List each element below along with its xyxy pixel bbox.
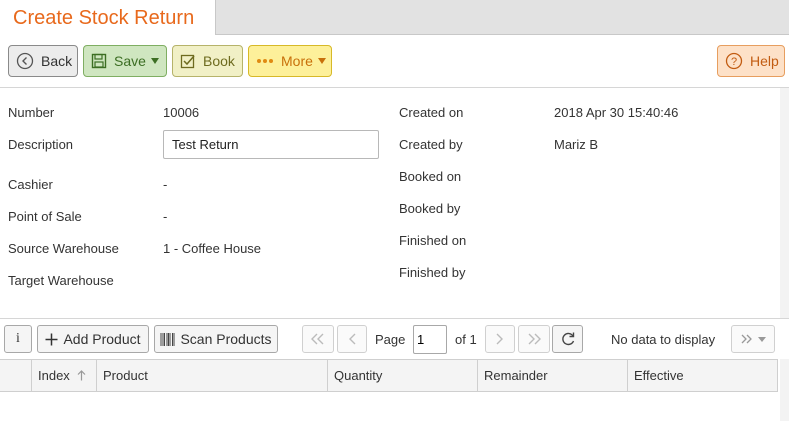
column-header-index[interactable]: Index — [32, 360, 97, 391]
description-label: Description — [8, 137, 74, 152]
column-header-label: Remainder — [484, 368, 548, 383]
double-chevron-right-icon — [741, 334, 752, 344]
column-header-label: Product — [103, 368, 148, 383]
question-circle-icon: ? — [725, 52, 743, 70]
last-page-button[interactable] — [518, 325, 550, 353]
book-label: Book — [203, 53, 235, 69]
plus-icon — [45, 333, 58, 346]
page-label: Page — [375, 332, 406, 347]
column-header-effective[interactable]: Effective — [628, 360, 778, 391]
action-toolbar: Back Save Book More ? Help — [0, 36, 789, 88]
chevron-down-icon — [757, 336, 766, 342]
next-page-button[interactable] — [485, 325, 515, 353]
target-warehouse-label: Target Warehouse — [8, 273, 114, 288]
form-scrollbar[interactable] — [780, 88, 789, 318]
created-by-label: Created by — [399, 137, 463, 152]
first-page-button[interactable] — [302, 325, 334, 353]
finished-by-label: Finished by — [399, 265, 466, 280]
help-label: Help — [750, 53, 779, 69]
page-title: Create Stock Return — [13, 7, 195, 29]
chevron-down-icon — [317, 58, 326, 64]
floppy-disk-icon — [91, 53, 107, 69]
booked-on-label: Booked on — [399, 169, 462, 184]
book-button[interactable]: Book — [172, 45, 243, 77]
scan-products-label: Scan Products — [180, 331, 272, 347]
add-product-button[interactable]: Add Product — [37, 325, 149, 353]
number-label: Number — [8, 105, 55, 120]
back-button[interactable]: Back — [8, 45, 78, 77]
booked-by-label: Booked by — [399, 201, 461, 216]
grid-scrollbar[interactable] — [780, 359, 789, 421]
point-of-sale-value: - — [163, 209, 168, 224]
page-number-input[interactable] — [413, 325, 447, 354]
chevron-down-icon — [150, 58, 159, 64]
created-by-value: Mariz B — [554, 137, 599, 152]
column-header-label: Quantity — [334, 368, 383, 383]
source-warehouse-label: Source Warehouse — [8, 241, 119, 256]
column-header-label: Effective — [634, 368, 684, 383]
tab-strip: Create Stock Return — [0, 0, 789, 35]
chevron-left-icon — [348, 333, 356, 345]
created-on-label: Created on — [399, 105, 464, 120]
chevron-right-icon — [496, 333, 504, 345]
column-header-product[interactable]: Product — [97, 360, 328, 391]
created-on-value: 2018 Apr 30 15:40:46 — [554, 105, 679, 120]
more-dots-icon — [256, 57, 274, 65]
cashier-label: Cashier — [8, 177, 53, 192]
info-button[interactable]: i — [4, 325, 32, 353]
tab-create-stock-return[interactable]: Create Stock Return — [0, 0, 216, 35]
source-warehouse-value: 1 - Coffee House — [163, 241, 262, 256]
refresh-icon — [560, 331, 576, 347]
more-button[interactable]: More — [248, 45, 332, 77]
grid-header: Index Product Quantity Remainder Effecti… — [0, 359, 778, 392]
toolbar-overflow-button[interactable] — [731, 325, 775, 353]
add-product-label: Add Product — [63, 331, 141, 347]
previous-page-button[interactable] — [337, 325, 367, 353]
scan-products-button[interactable]: Scan Products — [154, 325, 278, 353]
info-label: i — [16, 331, 20, 346]
grid-status: No data to display — [611, 332, 716, 347]
double-chevron-left-icon — [311, 333, 325, 345]
more-label: More — [281, 53, 313, 69]
grid-toolbar: i Add Product Scan Products Page of 1 — [0, 318, 789, 359]
refresh-button[interactable] — [552, 325, 583, 353]
double-chevron-right-icon — [527, 333, 541, 345]
back-circle-icon — [16, 52, 34, 70]
checkbox-icon — [180, 53, 196, 69]
column-header-select[interactable] — [0, 360, 32, 391]
column-header-remainder[interactable]: Remainder — [478, 360, 628, 391]
sort-ascending-icon — [77, 361, 86, 392]
column-header-quantity[interactable]: Quantity — [328, 360, 478, 391]
back-label: Back — [41, 53, 73, 69]
column-header-label: Index — [38, 368, 70, 383]
cashier-value: - — [163, 177, 168, 192]
description-field[interactable] — [163, 130, 379, 159]
barcode-icon — [160, 332, 175, 346]
svg-text:?: ? — [731, 56, 737, 68]
number-value: 10006 — [163, 105, 200, 120]
save-button[interactable]: Save — [83, 45, 167, 77]
help-button[interactable]: ? Help — [717, 45, 785, 77]
page-count: of 1 — [455, 332, 477, 347]
finished-on-label: Finished on — [399, 233, 467, 248]
point-of-sale-label: Point of Sale — [8, 209, 82, 224]
save-label: Save — [114, 53, 146, 69]
